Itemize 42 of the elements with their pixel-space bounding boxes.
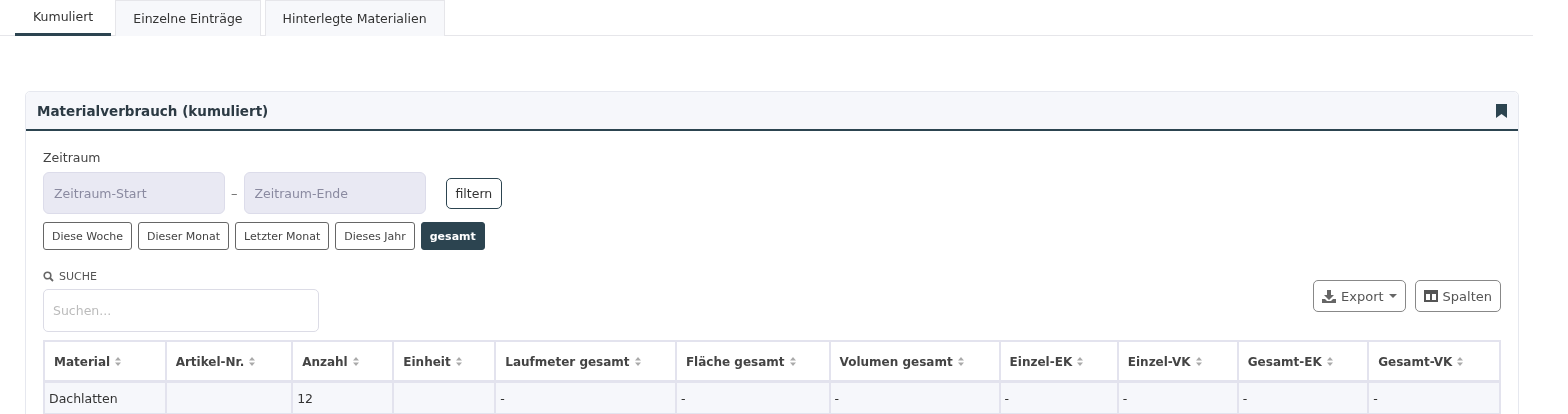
sort-icon xyxy=(1326,357,1333,366)
start-date-field[interactable]: Zeitraum-Start xyxy=(43,172,225,214)
search-icon xyxy=(43,271,54,282)
table-cell: - xyxy=(675,381,830,414)
tab[interactable]: Hinterlegte Materialien xyxy=(264,0,445,36)
table-cell: - xyxy=(495,381,676,414)
bookmark-icon xyxy=(1496,103,1507,118)
table-cell: - xyxy=(1368,381,1500,414)
download-icon xyxy=(1322,289,1336,303)
caret-icon xyxy=(1388,293,1397,299)
columns-button[interactable]: Spalten xyxy=(1414,280,1501,312)
period-label: Zeitraum xyxy=(43,150,101,165)
range-separator: – xyxy=(231,185,238,201)
sort-icon xyxy=(789,357,796,366)
table-cell: - xyxy=(829,381,1000,414)
sort-icon xyxy=(249,357,256,366)
export-button[interactable]: Export xyxy=(1313,280,1406,312)
table-cell: 12 xyxy=(292,381,394,414)
period-preset-button[interactable]: Dieses Jahr xyxy=(335,222,415,250)
sort-icon xyxy=(957,357,964,366)
card-title: Materialverbrauch (kumuliert) xyxy=(37,102,269,119)
period-preset-button[interactable]: Letzter Monat xyxy=(235,222,330,250)
sort-icon xyxy=(1195,357,1202,366)
period-preset-button[interactable]: Diese Woche xyxy=(43,222,133,250)
sort-icon xyxy=(352,357,359,366)
table-cell: - xyxy=(999,381,1118,414)
end-date-field[interactable]: Zeitraum-Ende xyxy=(243,172,426,214)
sort-icon xyxy=(455,357,462,366)
table-cell: - xyxy=(1117,381,1238,414)
period-preset-button[interactable]: Dieser Monat xyxy=(138,222,230,250)
period-preset-button[interactable]: gesamt xyxy=(420,222,485,250)
tab[interactable]: Einzelne Einträge xyxy=(115,0,261,36)
columns-icon xyxy=(1423,290,1438,302)
search-label: SUCHE xyxy=(59,270,97,283)
sort-icon xyxy=(1457,357,1464,366)
sort-icon xyxy=(1077,357,1084,366)
sort-icon xyxy=(634,357,641,366)
table-cell: Dachlatten xyxy=(44,381,166,414)
filter-button[interactable]: filtern xyxy=(445,177,503,209)
table-cell: - xyxy=(1237,381,1369,414)
search-field[interactable]: Suchen... xyxy=(43,289,319,332)
sort-icon xyxy=(115,357,122,366)
